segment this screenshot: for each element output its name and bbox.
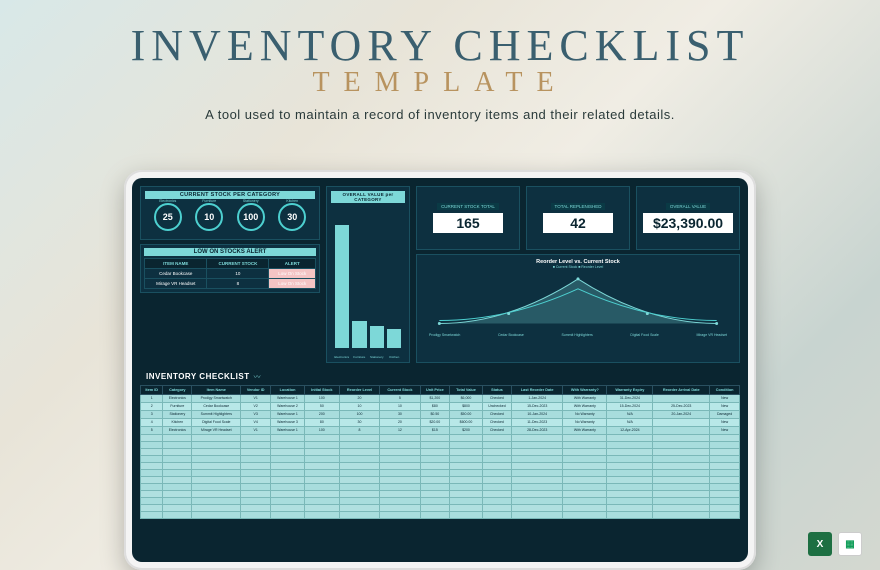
sparkline-icon: 〰 (254, 372, 261, 382)
low-stock-row: Cedar Bookcase10Low On Stock (145, 269, 316, 279)
table-row-empty (141, 490, 740, 497)
table-row-empty (141, 469, 740, 476)
title-block: INVENTORY CHECKLIST TEMPLATE A tool used… (0, 0, 880, 122)
bar-title: OVERALL VALUE per CATEGORY (331, 191, 405, 203)
table-row: 1ElectronicsProdigy SmartwatchV1Warehous… (141, 394, 740, 402)
inventory-title: INVENTORY CHECKLIST (146, 372, 250, 381)
table-row-empty (141, 504, 740, 511)
table-row-empty (141, 483, 740, 490)
value-bar-panel: OVERALL VALUE per CATEGORY ElectronicsFu… (326, 186, 410, 363)
bar-furniture (352, 321, 366, 348)
page-subtitle: A tool used to maintain a record of inve… (0, 107, 880, 122)
table-row-empty (141, 455, 740, 462)
sheets-icon: ▦ (838, 532, 862, 556)
gauge-kitchen: Kitchen30 (278, 203, 306, 231)
page-title-main: INVENTORY CHECKLIST (0, 20, 880, 71)
bar-electronics (335, 225, 349, 347)
gauge-electronics: Electronics25 (154, 203, 182, 231)
table-row: 2FurnitureCedar BookcaseV2Warehouse 2501… (141, 402, 740, 410)
curve-panel: Reorder Level vs. Current Stock ■ Curren… (416, 254, 740, 363)
low-stock-row: Mirage VR Headset8Low On Stock (145, 279, 316, 289)
table-row: 4KitchenDigital Food ScaleV4Warehouse 38… (141, 418, 740, 426)
stock-category-title: CURRENT STOCK PER CATEGORY (145, 191, 315, 199)
kpi-overall-value: OVERALL VALUE$23,390.00 (636, 186, 740, 250)
page-title-sub: TEMPLATE (0, 67, 880, 99)
bar-stationery (370, 326, 384, 348)
tablet-mockup: CURRENT STOCK PER CATEGORY Electronics25… (124, 170, 756, 570)
inventory-section: INVENTORY CHECKLIST〰 Item IDCategoryItem… (140, 369, 740, 546)
spreadsheet-screen: CURRENT STOCK PER CATEGORY Electronics25… (132, 178, 748, 562)
table-row-empty (141, 462, 740, 469)
gauge-stationery: Stationery100 (237, 203, 265, 231)
gauge-furniture: Furniture10 (195, 203, 223, 231)
table-row-empty (141, 448, 740, 455)
curve-chart (421, 269, 735, 328)
format-icons: X ▦ (808, 532, 862, 556)
excel-icon: X (808, 532, 832, 556)
table-row-empty (141, 441, 740, 448)
table-row-empty (141, 476, 740, 483)
bar-kitchen (387, 329, 401, 347)
table-row-empty (141, 511, 740, 518)
low-stock-title: LOW ON STOCKS ALERT (144, 248, 316, 256)
low-stock-panel: LOW ON STOCKS ALERT ITEM NAMECURRENT STO… (140, 244, 320, 293)
table-row-empty (141, 497, 740, 504)
table-row: 3StationerySummit HighlightersV3Warehous… (141, 410, 740, 418)
kpi-replenished: TOTAL REPLENISHED42 (526, 186, 630, 250)
table-row: 5ElectronicsMirage VR HeadsetV1Warehouse… (141, 426, 740, 434)
table-row-empty (141, 434, 740, 441)
stock-category-panel: CURRENT STOCK PER CATEGORY Electronics25… (140, 186, 320, 240)
kpi-stock-total: CURRENT STOCK TOTAL165 (416, 186, 520, 250)
